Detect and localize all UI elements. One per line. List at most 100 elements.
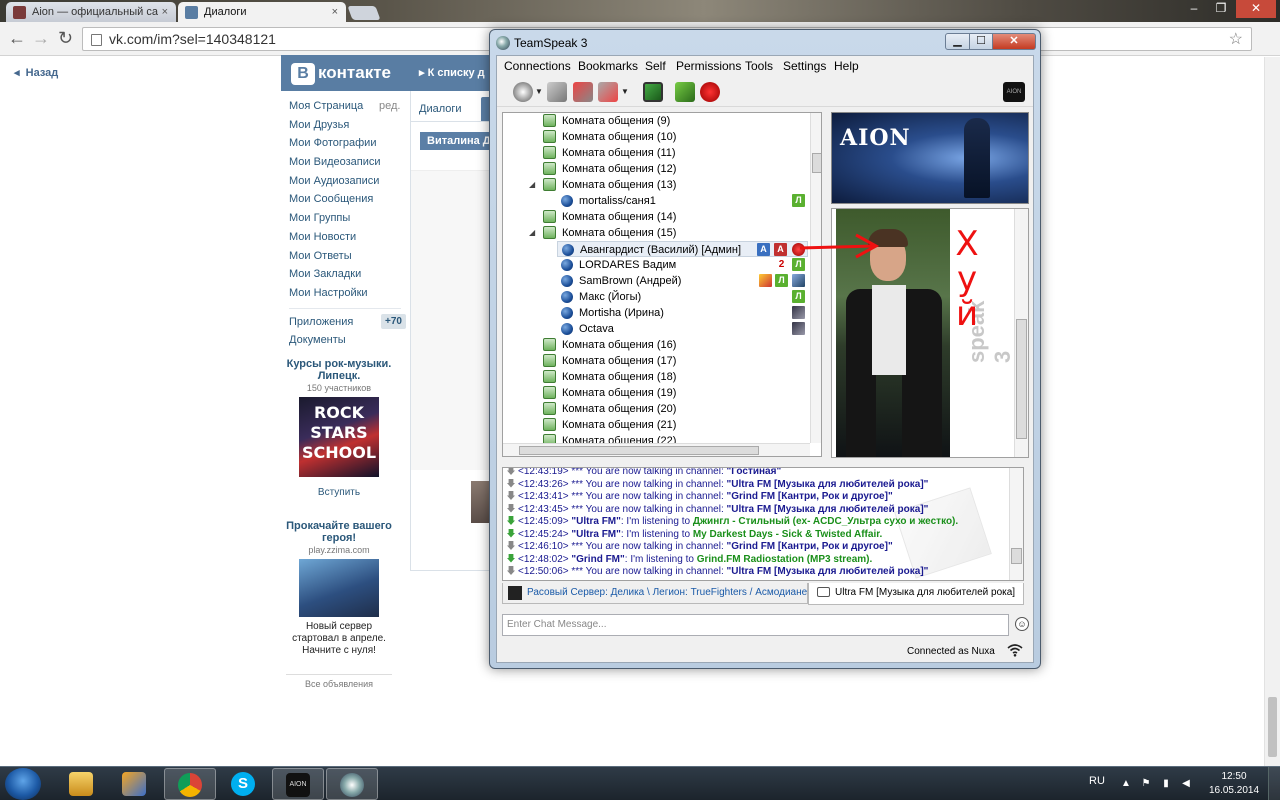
flag-icon[interactable]: ⚑ [1140,778,1152,790]
sidebar-item-my-page[interactable]: Моя Страница ред. [289,97,409,116]
mute-microphone-icon[interactable] [573,82,593,102]
reload-icon[interactable]: ↻ [58,28,73,48]
ad-image[interactable] [299,559,379,617]
sidebar-item-apps[interactable]: Приложения +70 [289,313,409,332]
volume-icon[interactable]: ◀ [1180,778,1192,790]
ad-rock-school[interactable]: Курсы рок-музыки. Липецк. 150 участников… [286,358,392,498]
sidebar-item-news[interactable]: Мои Новости [289,228,409,247]
close-icon[interactable]: × [332,2,338,22]
tray-arrow-icon[interactable]: ▲ [1120,778,1132,790]
ad-image[interactable]: ROCK STARS SCHOOL [299,397,379,477]
back-arrow-icon[interactable]: ← [8,28,26,48]
tree-horizontal-scrollbar[interactable] [503,443,810,456]
scrollbar-thumb[interactable] [1268,697,1277,757]
maximize-button[interactable]: ❐ [1208,0,1234,18]
user-row[interactable]: mortaliss/саня1 Л [503,193,808,209]
user-row[interactable]: SamBrown (Андрей) Л [503,273,808,289]
user-row[interactable]: Макс (Йогы) Л [503,289,808,305]
ad-title[interactable]: Прокачайте вашего героя! [286,520,392,544]
maximize-button[interactable]: ☐ [969,33,993,50]
chevron-down-icon[interactable]: ▼ [621,87,629,96]
taskbar-chrome[interactable] [164,768,216,800]
lotus-addon-icon[interactable] [700,82,720,102]
server-banner[interactable]: AION [831,112,1029,204]
user-row-selected[interactable]: Авангардист (Василий) [Админ] A A [557,241,808,257]
user-row[interactable]: Mortisha (Ирина) [503,305,808,321]
sidebar-item-groups[interactable]: Мои Группы [289,209,409,228]
back-link[interactable]: ◂ Назад [14,66,58,79]
sidebar-item-settings[interactable]: Мои Настройки [289,284,409,303]
minimize-button[interactable]: – [1181,0,1207,18]
minimize-button[interactable]: ▁ [945,33,970,50]
network-icon[interactable]: ▮ [1160,778,1172,790]
expand-arrow-icon[interactable]: ◢ [529,177,535,193]
vk-logo[interactable]: Вконтакте [291,61,391,85]
sidebar-item-documents[interactable]: Документы [289,331,409,350]
sidebar-item-photos[interactable]: Мои Фотографии [289,134,409,153]
show-desktop-button[interactable] [1268,767,1280,800]
mute-speakers-icon[interactable] [598,82,618,102]
away-status-icon[interactable] [675,82,695,102]
join-button[interactable]: Вступить [286,487,392,498]
scrollbar-thumb[interactable] [812,153,821,173]
user-row[interactable]: LORDARES Вадим 2 Л [503,257,808,273]
sidebar-item-messages[interactable]: Мои Сообщения [289,190,409,209]
disconnect-icon[interactable] [547,82,567,102]
tab-channel-chat[interactable]: Ultra FM [Музыка для любителей рока] [808,583,1024,605]
taskbar-media-player[interactable] [109,768,161,800]
chat-log-scrollbar[interactable] [1009,468,1023,580]
emoticon-icon[interactable]: ☺ [1015,617,1029,631]
taskbar-teamspeak[interactable] [326,768,378,800]
aion-server-icon[interactable]: AION [1003,82,1025,102]
sidebar-item-bookmarks[interactable]: Мои Закладки [289,265,409,284]
menu-settings[interactable]: Settings [783,59,826,73]
back-to-list-link[interactable]: ▸ К списку д [419,66,485,79]
taskbar-skype[interactable]: S [218,768,270,800]
menu-permissions[interactable]: Permissions [676,59,741,73]
sidebar-item-friends[interactable]: Мои Друзья [289,116,409,135]
tab-server-chat[interactable]: Расовый Сервер: Делика \ Легион: TrueFig… [502,583,808,604]
scrollbar-thumb[interactable] [519,446,759,455]
all-ads-link[interactable]: Все объявления [286,674,392,689]
edit-link[interactable]: ред. [379,97,400,115]
forward-arrow-icon[interactable]: → [32,28,50,48]
avatar[interactable] [471,481,491,523]
sidebar-item-videos[interactable]: Мои Видеозаписи [289,153,409,172]
chevron-down-icon[interactable]: ▼ [535,87,543,96]
expand-arrow-icon[interactable]: ◢ [529,225,535,241]
browser-tab-aion[interactable]: Aion — официальный са × [6,2,176,23]
menu-tools[interactable]: Tools [745,59,773,73]
close-icon[interactable]: × [162,2,168,22]
connect-icon[interactable] [513,82,533,102]
tab-dialogs[interactable]: Диалоги [419,103,462,115]
page-scrollbar[interactable] [1264,57,1280,766]
info-panel-scrollbar[interactable] [1014,209,1028,457]
taskbar-explorer[interactable] [56,768,108,800]
ad-title[interactable]: Курсы рок-музыки. Липецк. [286,358,392,382]
dialog-recipient-chip[interactable]: Виталина Д [420,132,492,150]
tree-vertical-scrollbar[interactable] [810,113,821,443]
new-tab-button[interactable] [347,6,381,20]
menu-self[interactable]: Self [645,59,666,73]
taskbar-aion[interactable]: AION [272,768,324,800]
menu-connections[interactable]: Connections [504,59,571,73]
scrollbar-thumb[interactable] [1016,319,1027,439]
camera-icon[interactable] [643,82,663,102]
channel-tree[interactable]: Комната общения (9) Комната общения (10)… [502,112,822,457]
keyboard-language[interactable]: RU [1089,775,1105,787]
menu-bookmarks[interactable]: Bookmarks [578,59,638,73]
user-row[interactable]: Octava [503,321,808,337]
menu-help[interactable]: Help [834,59,859,73]
divider [289,303,401,309]
start-button[interactable] [5,768,41,800]
sidebar-item-answers[interactable]: Мои Ответы [289,247,409,266]
ad-game[interactable]: Прокачайте вашего героя! play.zzima.com … [286,520,392,657]
close-window-button[interactable]: ✕ [1236,0,1276,18]
scrollbar-thumb[interactable] [1011,548,1022,564]
bookmark-star-icon[interactable]: ☆ [1229,29,1243,51]
browser-tab-dialogs[interactable]: Диалоги × [178,2,346,23]
sidebar-item-audio[interactable]: Мои Аудиозаписи [289,172,409,191]
system-clock[interactable]: 12:50 16.05.2014 [1204,770,1264,798]
chat-message-input[interactable]: Enter Chat Message... [502,614,1009,636]
close-window-button[interactable]: ✕ [992,33,1036,50]
